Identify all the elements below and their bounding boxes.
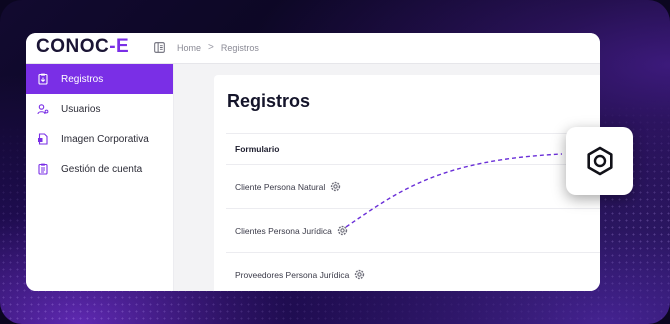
sidebar-item-imagen-corporativa[interactable]: Imagen Corporativa <box>26 124 173 154</box>
document-icon <box>37 133 49 145</box>
top-bar: CONOC-E Home > Registros <box>26 33 600 64</box>
registros-panel: Registros Formulario Cliente Persona Nat… <box>214 75 600 291</box>
clipboard-icon <box>37 73 49 85</box>
breadcrumb-current: Registros <box>220 42 259 53</box>
page-title: Registros <box>227 91 311 111</box>
gear-icon[interactable] <box>337 225 348 236</box>
user-settings-icon <box>37 103 49 115</box>
sidebar-item-label: Usuarios <box>61 103 101 115</box>
app-window: CONOC-E Home > Registros Registros Usuar… <box>26 33 600 291</box>
sidebar-item-registros[interactable]: Registros <box>26 64 173 94</box>
logo: CONOC-E <box>36 36 129 58</box>
gear-icon[interactable] <box>330 181 341 192</box>
breadcrumb: Home > Registros <box>177 42 259 53</box>
logo-main: CONOC <box>36 36 110 57</box>
sidebar: Registros Usuarios Imagen Corporativa Ge… <box>26 64 174 291</box>
row-label: Clientes Persona Jurídica <box>235 225 332 236</box>
table-row: Clientes Persona Jurídica <box>226 209 600 253</box>
clipboard-list-icon <box>37 163 49 175</box>
row-label: Proveedores Persona Jurídica <box>235 269 350 280</box>
breadcrumb-home[interactable]: Home <box>177 43 201 53</box>
hex-nut-icon <box>586 146 613 176</box>
sidebar-item-label: Imagen Corporativa <box>61 133 149 145</box>
table-header: Formulario <box>226 133 600 165</box>
table-row: Cliente Persona Natural <box>226 165 600 209</box>
row-label: Cliente Persona Natural <box>235 181 326 192</box>
sidebar-toggle-icon[interactable] <box>154 42 165 53</box>
sidebar-item-label: Gestión de cuenta <box>61 163 143 175</box>
sidebar-item-usuarios[interactable]: Usuarios <box>26 94 173 124</box>
forms-table: Formulario Cliente Persona Natural Clien… <box>226 133 600 291</box>
breadcrumb-separator: > <box>208 42 214 53</box>
gear-icon[interactable] <box>354 269 365 280</box>
logo-accent: -E <box>109 36 130 57</box>
table-row: Proveedores Persona Jurídica <box>226 253 600 291</box>
sidebar-item-gestion-cuenta[interactable]: Gestión de cuenta <box>26 154 173 184</box>
settings-callout <box>566 127 633 195</box>
sidebar-item-label: Registros <box>61 73 104 85</box>
